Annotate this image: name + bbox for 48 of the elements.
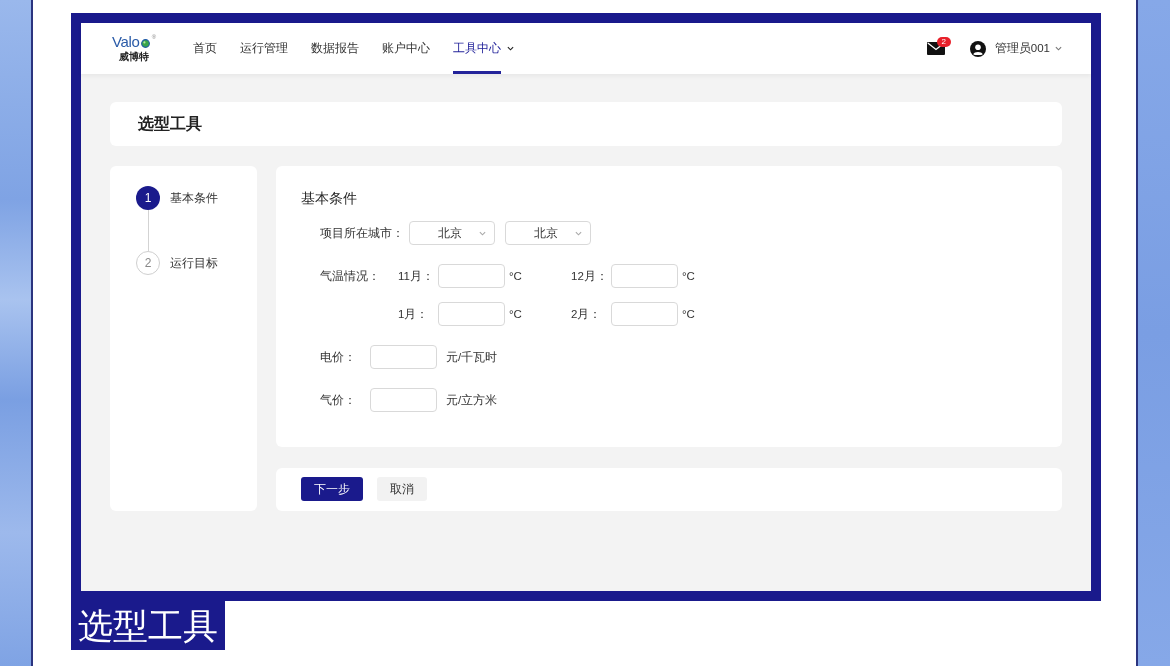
mail-button[interactable]: 2 <box>926 37 951 55</box>
temperature-input[interactable] <box>438 264 505 288</box>
city-select[interactable]: 北京 <box>409 221 495 245</box>
field-label: 气温情况： <box>320 269 381 284</box>
logo-subtitle: 威博特 <box>119 51 149 63</box>
nav-tab[interactable]: 账户中心 <box>382 23 430 74</box>
price-input[interactable] <box>370 345 437 369</box>
unit-label: °C <box>509 308 522 320</box>
month-label: 12月： <box>571 268 609 284</box>
unit-label: 元/立方米 <box>446 392 498 408</box>
page-title: 选型工具 <box>138 113 202 134</box>
envelope-icon <box>926 42 945 55</box>
field-label: 电价： <box>320 349 357 365</box>
month-label: 1月： <box>398 306 430 322</box>
month-label: 2月： <box>571 306 603 322</box>
city-select[interactable]: 北京 <box>505 221 591 245</box>
step-label: 基本条件 <box>170 190 218 206</box>
next-button[interactable]: 下一步 <box>301 477 363 501</box>
price-input[interactable] <box>370 388 437 412</box>
step-number: 1 <box>136 186 160 210</box>
field-label: 项目所在城市： <box>320 225 405 241</box>
caret-icon <box>1055 46 1062 51</box>
logo-ball-icon <box>140 39 150 48</box>
unit-label: °C <box>509 270 522 282</box>
user-menu[interactable]: 管理员001 <box>969 40 1062 57</box>
logo-wordmark: Valo <box>111 34 140 50</box>
nav-tab[interactable]: 数据报告 <box>311 23 359 74</box>
nav-tab[interactable]: 运行管理 <box>240 23 288 74</box>
cancel-button[interactable]: 取消 <box>377 477 427 501</box>
notification-badge: 2 <box>936 37 951 47</box>
nav-tab[interactable]: 首页 <box>193 23 217 74</box>
field-label: 气价： <box>320 392 357 408</box>
temperature-input[interactable] <box>438 302 505 326</box>
nav-tab[interactable]: 工具中心 <box>453 23 514 74</box>
unit-label: °C <box>682 308 695 320</box>
caret-icon <box>479 230 486 236</box>
caption-label: 选型工具 <box>71 601 225 650</box>
caret-icon <box>575 230 582 236</box>
avatar-icon <box>969 40 986 57</box>
month-label: 11月： <box>398 268 435 284</box>
unit-label: 元/千瓦时 <box>446 349 498 365</box>
temperature-input[interactable] <box>611 302 678 326</box>
temperature-input[interactable] <box>611 264 678 288</box>
step-label: 运行目标 <box>170 255 218 271</box>
step-number: 2 <box>136 251 160 275</box>
unit-label: °C <box>682 270 695 282</box>
step-connector-line <box>147 210 149 251</box>
form-heading: 基本条件 <box>301 189 358 208</box>
